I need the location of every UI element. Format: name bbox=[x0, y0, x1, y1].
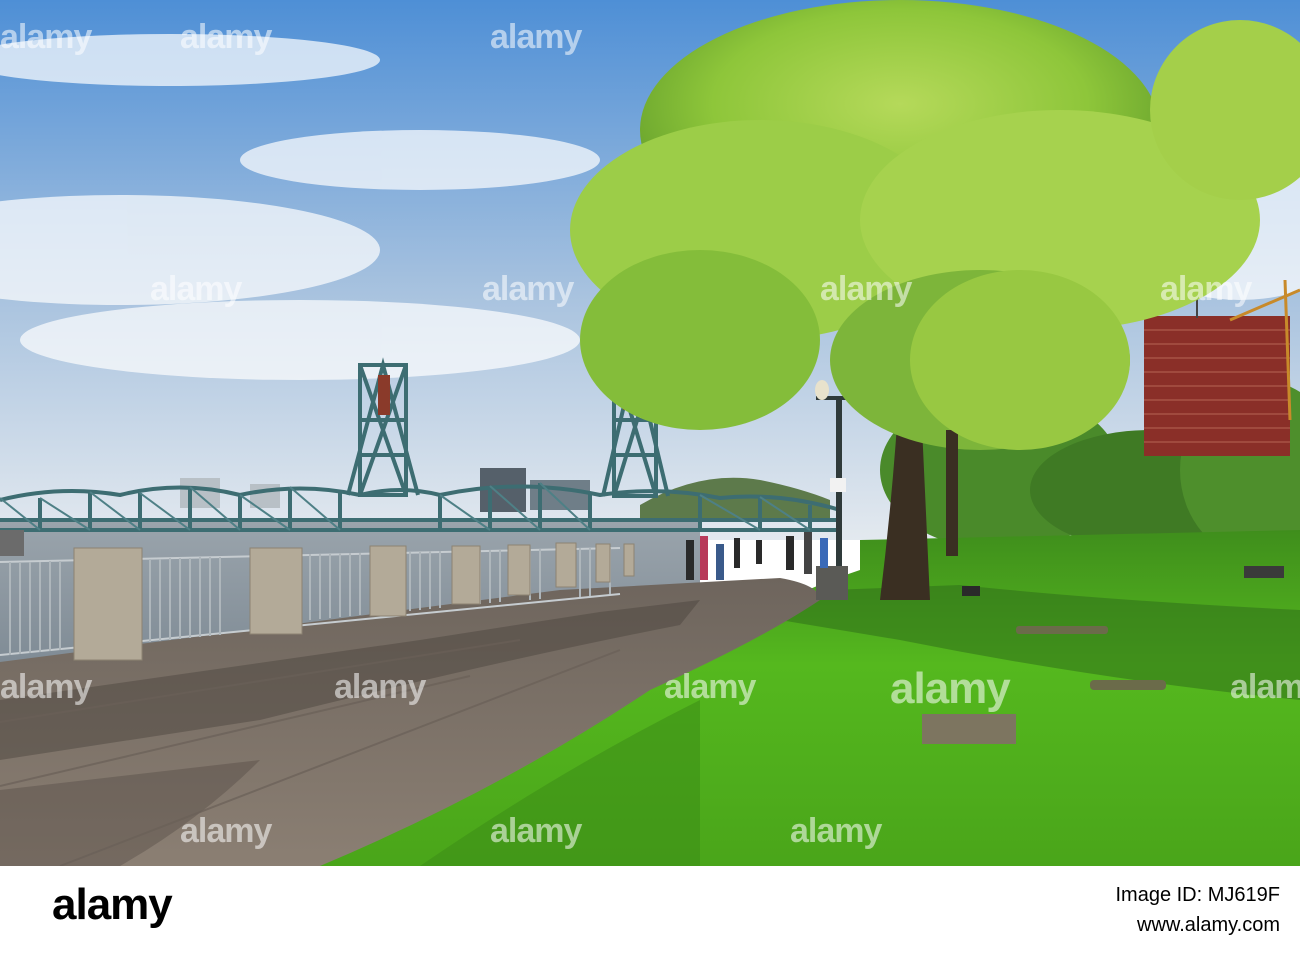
image-id: Image ID: MJ619F bbox=[1115, 884, 1280, 906]
photo-frame: alamy alamy alamy alamy alamy alamy alam… bbox=[0, 0, 1300, 956]
alamy-logo: alamy bbox=[52, 880, 173, 929]
site-url: www.alamy.com bbox=[1137, 914, 1280, 936]
waterfront-park-photo bbox=[0, 0, 1300, 866]
footer-strip bbox=[0, 866, 1300, 956]
